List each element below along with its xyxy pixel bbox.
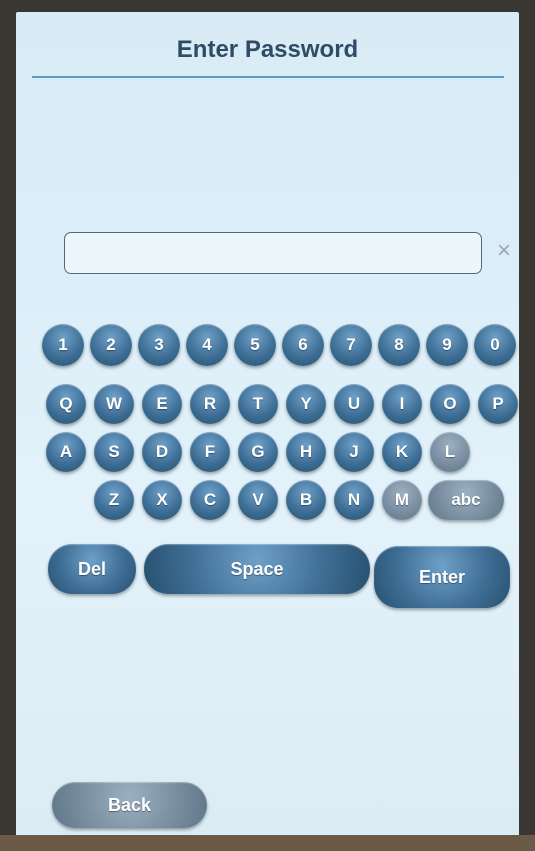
key-v[interactable]: V	[238, 480, 278, 520]
key-x[interactable]: X	[142, 480, 182, 520]
key-l[interactable]: L	[430, 432, 470, 472]
key-m[interactable]: M	[382, 480, 422, 520]
key-u[interactable]: U	[334, 384, 374, 424]
key-n[interactable]: N	[334, 480, 374, 520]
key-7[interactable]: 7	[330, 324, 372, 366]
key-y[interactable]: Y	[286, 384, 326, 424]
key-o[interactable]: O	[430, 384, 470, 424]
key-0[interactable]: 0	[474, 324, 516, 366]
key-t[interactable]: T	[238, 384, 278, 424]
title-divider	[32, 76, 504, 78]
key-d[interactable]: D	[142, 432, 182, 472]
back-button[interactable]: Back	[52, 782, 207, 828]
key-h[interactable]: H	[286, 432, 326, 472]
key-8[interactable]: 8	[378, 324, 420, 366]
key-5[interactable]: 5	[234, 324, 276, 366]
key-e[interactable]: E	[142, 384, 182, 424]
key-4[interactable]: 4	[186, 324, 228, 366]
key-s[interactable]: S	[94, 432, 134, 472]
key-r[interactable]: R	[190, 384, 230, 424]
key-w[interactable]: W	[94, 384, 134, 424]
kiosk-screen: Enter Password × 1234567890QWERTYUIOPASD…	[16, 12, 519, 838]
password-input[interactable]	[64, 232, 482, 274]
space-button[interactable]: Space	[144, 544, 370, 594]
key-k[interactable]: K	[382, 432, 422, 472]
page-title: Enter Password	[176, 36, 359, 63]
key-9[interactable]: 9	[426, 324, 468, 366]
key-3[interactable]: 3	[138, 324, 180, 366]
key-1[interactable]: 1	[42, 324, 84, 366]
delete-button[interactable]: Del	[48, 544, 136, 594]
key-f[interactable]: F	[190, 432, 230, 472]
device-bezel	[0, 835, 535, 851]
key-c[interactable]: C	[190, 480, 230, 520]
clear-icon[interactable]: ×	[491, 238, 517, 264]
key-p[interactable]: P	[478, 384, 518, 424]
case-toggle-button[interactable]: abc	[428, 480, 504, 520]
key-j[interactable]: J	[334, 432, 374, 472]
key-i[interactable]: I	[382, 384, 422, 424]
key-q[interactable]: Q	[46, 384, 86, 424]
key-b[interactable]: B	[286, 480, 326, 520]
key-z[interactable]: Z	[94, 480, 134, 520]
key-g[interactable]: G	[238, 432, 278, 472]
key-2[interactable]: 2	[90, 324, 132, 366]
enter-button[interactable]: Enter	[374, 546, 510, 608]
key-a[interactable]: A	[46, 432, 86, 472]
key-6[interactable]: 6	[282, 324, 324, 366]
